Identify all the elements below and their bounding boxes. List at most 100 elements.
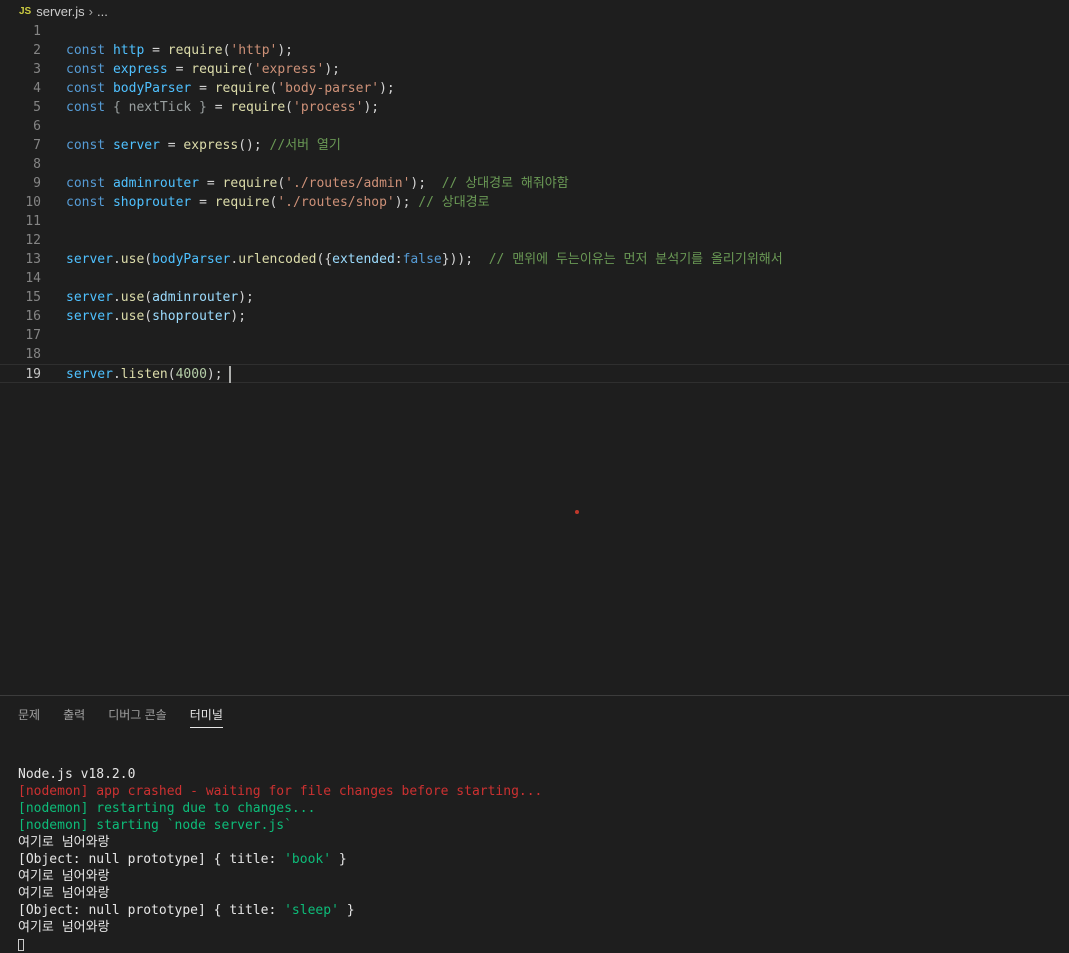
breadcrumb-more[interactable]: ... bbox=[97, 4, 108, 19]
panel-tab[interactable]: 디버그 콘솔 bbox=[108, 706, 167, 728]
code-token: ( bbox=[246, 62, 254, 77]
code-token: adminrouter bbox=[112, 176, 200, 191]
code-text[interactable]: const adminrouter = require('./routes/ad… bbox=[66, 174, 569, 193]
code-token: bodyParser bbox=[112, 81, 192, 96]
line-number: 12 bbox=[25, 233, 41, 248]
code-text[interactable]: server.use(bodyParser.urlencoded({extend… bbox=[66, 250, 783, 269]
terminal-text: 'book' bbox=[284, 852, 332, 867]
line-number: 5 bbox=[33, 100, 41, 115]
code-token: . bbox=[112, 252, 121, 267]
line-number: 11 bbox=[25, 214, 41, 229]
code-token: // 맨위에 두는이유는 먼저 분석기를 올리기위해서 bbox=[488, 252, 783, 267]
code-text[interactable]: const { nextTick } = require('process'); bbox=[66, 98, 379, 117]
terminal-output[interactable]: Node.js v18.2.0 [nodemon] app crashed - w… bbox=[18, 766, 542, 953]
terminal-line: [Object: null prototype] { title: 'sleep… bbox=[18, 902, 542, 919]
code-token: 4000 bbox=[175, 367, 207, 382]
code-token: express bbox=[183, 138, 239, 153]
terminal-line: [nodemon] starting `node server.js` bbox=[18, 817, 542, 834]
code-line[interactable]: 1 bbox=[0, 22, 1069, 41]
code-line[interactable]: 15 server.use(adminrouter); bbox=[0, 288, 1069, 307]
panel-tab[interactable]: 터미널 bbox=[189, 706, 223, 728]
line-number: 15 bbox=[25, 290, 41, 305]
terminal-text: [nodemon] starting `node server.js` bbox=[18, 818, 292, 833]
code-text[interactable]: const server = express(); //서버 열기 bbox=[66, 136, 341, 155]
code-line[interactable]: 18 bbox=[0, 345, 1069, 364]
code-token: shoprouter bbox=[152, 309, 231, 324]
breadcrumb: JS server.js › ... bbox=[0, 0, 1069, 22]
code-token: ( bbox=[144, 252, 153, 267]
line-number: 4 bbox=[33, 81, 41, 96]
code-text[interactable]: server.use(shoprouter); bbox=[66, 307, 246, 326]
code-token: = bbox=[159, 138, 184, 153]
line-number: 14 bbox=[25, 271, 41, 286]
code-token: const bbox=[66, 81, 106, 96]
code-token: ); bbox=[363, 100, 380, 115]
code-editor[interactable]: 1 2 const http = require('http'); 3 const ex… bbox=[0, 22, 1069, 695]
code-token: ({ bbox=[316, 252, 333, 267]
code-line[interactable]: 7 const server = express(); //서버 열기 bbox=[0, 136, 1069, 155]
panel-tab[interactable]: 문제 bbox=[18, 706, 40, 728]
code-token: { nextTick } bbox=[105, 100, 215, 115]
code-line[interactable]: 4 const bodyParser = require('body-parser… bbox=[0, 79, 1069, 98]
code-token: server bbox=[66, 252, 113, 267]
terminal-text: [nodemon] restarting due to changes... bbox=[18, 801, 316, 816]
code-line[interactable]: 9 const adminrouter = require('./routes/a… bbox=[0, 174, 1069, 193]
code-line[interactable]: 19 server.listen(4000); bbox=[0, 364, 1069, 383]
code-line[interactable]: 3 const express = require('express'); bbox=[0, 60, 1069, 79]
code-line[interactable]: 13 server.use(bodyParser.urlencoded({exte… bbox=[0, 250, 1069, 269]
code-line[interactable]: 10 const shoprouter = require('./routes/s… bbox=[0, 193, 1069, 212]
code-token: const bbox=[66, 100, 106, 115]
code-line[interactable]: 14 bbox=[0, 269, 1069, 288]
code-line[interactable]: 8 bbox=[0, 155, 1069, 174]
code-line[interactable]: 2 const http = require('http'); bbox=[0, 41, 1069, 60]
code-line[interactable]: 11 bbox=[0, 212, 1069, 231]
code-line[interactable]: 6 bbox=[0, 117, 1069, 136]
code-token: false bbox=[402, 252, 442, 267]
code-token: // 상대경로 해줘야함 bbox=[441, 176, 569, 191]
code-text[interactable]: const http = require('http'); bbox=[66, 41, 293, 60]
code-token: urlencoded bbox=[238, 252, 317, 267]
code-token: ( bbox=[144, 290, 153, 305]
code-token: './routes/shop' bbox=[277, 195, 395, 210]
code-line[interactable]: 17 bbox=[0, 326, 1069, 345]
code-token: require bbox=[214, 195, 270, 210]
line-number: 1 bbox=[33, 24, 41, 39]
terminal-cursor-icon bbox=[18, 938, 24, 951]
code-text[interactable]: const express = require('express'); bbox=[66, 60, 340, 79]
terminal-prompt[interactable] bbox=[18, 936, 542, 953]
terminal-line: 여기로 넘어와랑 bbox=[18, 834, 542, 851]
code-line[interactable]: 5 const { nextTick } = require('process')… bbox=[0, 98, 1069, 117]
terminal-line: 여기로 넘어와랑 bbox=[18, 868, 542, 885]
code-line[interactable]: 16 server.use(shoprouter); bbox=[0, 307, 1069, 326]
line-number: 7 bbox=[33, 138, 41, 153]
code-token: // 상대경로 bbox=[418, 195, 490, 210]
code-token: = bbox=[167, 62, 192, 77]
code-line[interactable]: 12 bbox=[0, 231, 1069, 250]
panel-tab[interactable]: 출력 bbox=[63, 706, 85, 728]
terminal-text: } bbox=[338, 903, 355, 918]
code-text[interactable]: const bodyParser = require('body-parser'… bbox=[66, 79, 395, 98]
code-token: server bbox=[66, 309, 113, 324]
code-token: ); bbox=[238, 290, 254, 305]
code-text[interactable]: server.listen(4000); bbox=[66, 365, 231, 384]
code-token: ); bbox=[230, 309, 247, 324]
code-text[interactable]: server.use(adminrouter); bbox=[66, 288, 254, 307]
code-token: server bbox=[66, 290, 113, 305]
breadcrumb-file[interactable]: server.js bbox=[36, 4, 84, 19]
code-token: })); bbox=[441, 252, 489, 267]
code-token: './routes/admin' bbox=[285, 176, 411, 191]
code-token: ); bbox=[410, 176, 442, 191]
code-text[interactable]: const shoprouter = require('./routes/sho… bbox=[66, 193, 490, 212]
code-token: const bbox=[66, 138, 106, 153]
line-number: 19 bbox=[25, 367, 41, 382]
terminal-text: 여기로 넘어와랑 bbox=[18, 869, 110, 884]
code-token: const bbox=[66, 195, 106, 210]
code-token: (); bbox=[238, 138, 270, 153]
chevron-right-icon: › bbox=[88, 3, 93, 19]
terminal-line: [nodemon] restarting due to changes... bbox=[18, 800, 542, 817]
code-token: require bbox=[222, 176, 278, 191]
